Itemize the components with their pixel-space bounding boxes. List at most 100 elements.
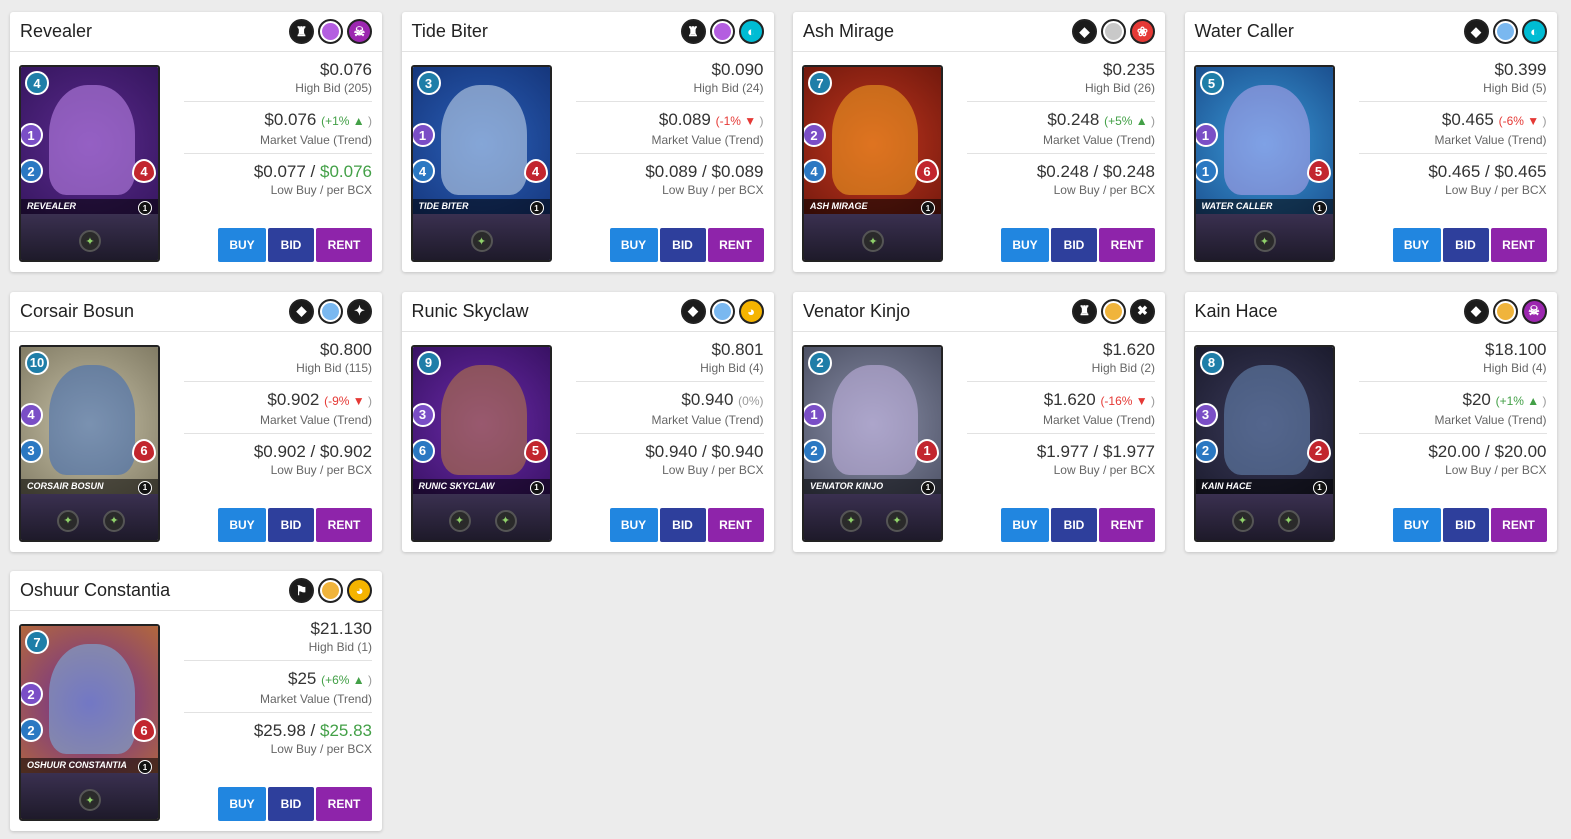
rent-button[interactable]: RENT (316, 228, 372, 262)
rent-button[interactable]: RENT (316, 507, 372, 542)
card-title[interactable]: Runic Skyclaw (412, 301, 529, 322)
high-bid-label: High Bid (1) (308, 640, 372, 654)
bid-button[interactable]: BID (1051, 507, 1097, 542)
market-card-tide-biter[interactable]: Tide Biter ♜ ◐ Tide Biter 3 1 4 4 1 ✦ $0.… (401, 12, 774, 272)
ability-icon: ✦ (1231, 509, 1254, 532)
rent-button[interactable]: RENT (1099, 228, 1155, 262)
card-title[interactable]: Revealer (20, 21, 92, 42)
card-art[interactable]: Corsair Bosun 10 4 3 6 1 ✦ ✦ (19, 344, 160, 542)
bid-button[interactable]: BID (1442, 228, 1489, 262)
market-card-venator-kinjo[interactable]: Venator Kinjo ♜ ✖ Venator Kinjo 2 1 2 1 1… (793, 291, 1165, 552)
rent-button[interactable]: RENT (707, 228, 764, 262)
bid-button[interactable]: BID (1051, 228, 1097, 262)
ability-icon: ✦ (79, 230, 101, 252)
ability-icon: ✦ (494, 509, 517, 532)
mana-stat: 9 (416, 350, 441, 375)
card-art-ability-bar (1195, 493, 1333, 540)
bid-button[interactable]: BID (659, 507, 706, 542)
market-value-block: $20 (+1% ▲ ) Market Value (Trend) (1358, 382, 1547, 434)
card-title[interactable]: Kain Hace (1195, 301, 1278, 322)
market-card-oshuur-constantia[interactable]: Oshuur Constantia ⚑ ◕ Oshuur Constantia 7… (10, 571, 382, 831)
trend-indicator: (+6% ▲ ) (321, 673, 372, 687)
card-actions: BUY BID RENT (1392, 507, 1547, 542)
rent-button[interactable]: RENT (1490, 507, 1547, 542)
per-bcx-amount: $25.83 (320, 721, 372, 740)
low-buy-amount: $0.089 (645, 162, 698, 181)
level-stat: 1 (529, 480, 544, 495)
speed-stat: 1 (1195, 159, 1218, 183)
rent-button[interactable]: RENT (1099, 507, 1155, 542)
bid-button[interactable]: BID (268, 507, 314, 542)
water-element-icon: ◐ (738, 19, 764, 44)
rarity-icon (318, 19, 343, 44)
card-art[interactable]: Kain Hace 8 3 2 2 1 ✦ ✦ (1193, 344, 1335, 542)
card-art[interactable]: Water Caller 5 1 1 5 1 ✦ (1193, 65, 1335, 262)
market-value-amount: $0.940 (681, 389, 734, 409)
trend-arrow-icon: ▲ (1132, 114, 1151, 128)
market-value-block: $0.089 (-1% ▼ ) Market Value (Trend) (575, 102, 764, 154)
flag-icon: ⚑ (289, 578, 314, 603)
card-art[interactable]: Oshuur Constantia 7 2 2 6 1 ✦ (19, 624, 160, 821)
card-title[interactable]: Tide Biter (412, 21, 488, 42)
bid-button[interactable]: BID (268, 787, 314, 821)
market-card-runic-skyclaw[interactable]: Runic Skyclaw ◆ ◕ Runic Skyclaw 9 3 6 5 1… (401, 291, 774, 552)
card-title[interactable]: Water Caller (1195, 21, 1294, 42)
attack-stat: 1 (1195, 123, 1218, 147)
trend-percent: (-6% (1498, 114, 1524, 128)
dual-arrow-icon: ◆ (1463, 19, 1489, 44)
card-title[interactable]: Corsair Bosun (20, 301, 134, 322)
card-art[interactable]: Runic Skyclaw 9 3 6 5 1 ✦ ✦ (410, 344, 552, 542)
buy-button[interactable]: BUY (1001, 228, 1049, 262)
card-art-name: Venator Kinjo (810, 480, 884, 491)
card-prices: $0.076 High Bid (205) $0.076 (+1% ▲ ) Ma… (184, 52, 372, 203)
per-bcx-amount: $1.977 (1103, 441, 1155, 461)
card-art[interactable]: Venator Kinjo 2 1 2 1 1 ✦ ✦ (802, 344, 943, 542)
market-card-ash-mirage[interactable]: Ash Mirage ◆ ❀ Ash Mirage 7 2 4 6 1 ✦ $0.… (793, 12, 1165, 272)
buy-button[interactable]: BUY (1392, 228, 1441, 262)
card-art-figure (1223, 85, 1310, 195)
card-art[interactable]: Ash Mirage 7 2 4 6 1 ✦ (802, 65, 943, 262)
card-title[interactable]: Venator Kinjo (803, 301, 910, 322)
mana-stat: 2 (808, 350, 832, 375)
market-value-block: $0.076 (+1% ▲ ) Market Value (Trend) (184, 102, 372, 154)
buy-button[interactable]: BUY (218, 228, 266, 262)
low-buy-amount: $0.940 (645, 441, 698, 461)
card-actions: BUY BID RENT (1001, 507, 1155, 542)
attack-stat: 4 (21, 402, 43, 427)
buy-button[interactable]: BUY (1392, 507, 1441, 542)
mana-stat: 10 (25, 350, 49, 375)
buy-button[interactable]: BUY (218, 507, 266, 542)
market-card-water-caller[interactable]: Water Caller ◆ ◐ Water Caller 5 1 1 5 1 ✦… (1184, 12, 1557, 272)
bid-button[interactable]: BID (268, 228, 314, 262)
low-buy-value: $0.902 / $0.902 (253, 441, 372, 461)
card-art-name: Corsair Bosun (27, 480, 104, 491)
bid-button[interactable]: BID (659, 228, 706, 262)
bid-button[interactable]: BID (1442, 507, 1489, 542)
card-badges: ♜ ☠ (289, 19, 372, 44)
buy-button[interactable]: BUY (609, 507, 658, 542)
market-card-revealer[interactable]: Revealer ♜ ☠ Revealer 4 1 2 4 1 ✦ $0.076 … (10, 12, 382, 272)
low-buy-label: Low Buy / per BCX (270, 183, 372, 197)
card-art[interactable]: Revealer 4 1 2 4 1 ✦ (19, 65, 160, 262)
trend-percent: (0% (738, 393, 760, 408)
card-header: Water Caller ◆ ◐ (1184, 12, 1557, 52)
card-art[interactable]: Tide Biter 3 1 4 4 1 ✦ (410, 65, 552, 262)
price-block: $0.235 High Bid (26) (967, 52, 1155, 102)
card-art-ability-bar (804, 493, 941, 540)
market-card-corsair-bosun[interactable]: Corsair Bosun ◆ ✦ Corsair Bosun 10 4 3 6 … (10, 291, 382, 552)
speed-stat: 3 (21, 438, 43, 463)
attack-stat: 2 (21, 682, 43, 706)
card-title[interactable]: Ash Mirage (803, 21, 894, 42)
current-price: $0.800 (320, 339, 372, 359)
rent-button[interactable]: RENT (707, 507, 764, 542)
buy-button[interactable]: BUY (218, 787, 266, 821)
buy-button[interactable]: BUY (609, 228, 658, 262)
card-art-figure (1223, 364, 1310, 475)
market-card-kain-hace[interactable]: Kain Hace ◆ ☠ Kain Hace 8 3 2 2 1 ✦ ✦ $18.… (1184, 291, 1557, 552)
card-art-name: Water Caller (1201, 201, 1273, 211)
rarity-icon (318, 578, 343, 603)
rent-button[interactable]: RENT (1490, 228, 1547, 262)
buy-button[interactable]: BUY (1001, 507, 1049, 542)
card-title[interactable]: Oshuur Constantia (20, 580, 170, 601)
rent-button[interactable]: RENT (316, 787, 372, 821)
